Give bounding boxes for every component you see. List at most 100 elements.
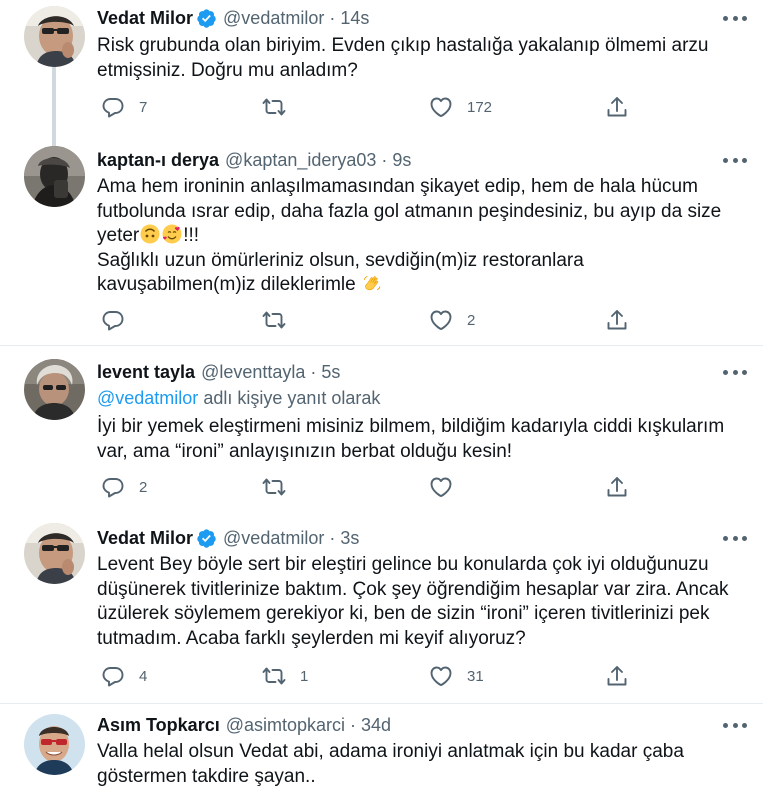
share-icon [605,95,629,119]
thread-line [52,64,56,138]
like-button[interactable] [429,473,467,501]
retweet-button[interactable] [262,306,300,334]
author-name[interactable]: Asım Topkarcı [97,715,220,736]
share-button[interactable] [605,662,629,690]
separator-dot: · [310,361,317,382]
author-name[interactable]: kaptan-ı derya [97,150,219,171]
tweet-text: Ama hem ironinin anlaşılmamasından şikay… [97,175,723,298]
author-handle[interactable]: @kaptan_iderya03 [225,150,376,171]
timestamp[interactable]: 5s [321,362,340,383]
verified-badge-icon [196,8,217,29]
avatar[interactable] [24,714,85,775]
tweet-text-line: göstermen takdire şayan.. [97,765,316,787]
separator-dot: · [350,714,357,735]
reply-count: 2 [139,478,148,496]
tweet-text: Levent Bey böyle sert bir eleştiri gelin… [97,553,729,651]
more-options-icon[interactable] [723,150,747,170]
retweet-icon [262,308,286,332]
tweet-text-line: üzülerek söylemem gerekiyor ki, ben de s… [97,603,710,624]
tweet[interactable]: levent tayla @leventtayla · 5s @vedatmil… [0,346,763,511]
separator-dot: · [329,527,336,548]
like-count: 2 [467,311,476,329]
like-heart-icon [429,95,453,119]
waving-hand-emoji [364,276,381,291]
retweet-count: 1 [300,667,309,685]
smiling-face-with-hearts-emoji [162,224,182,244]
author-name[interactable]: Vedat Milor [97,528,193,549]
tweet[interactable]: kaptan-ı derya @kaptan_iderya03 · 9s Ama… [0,138,763,345]
like-heart-icon [429,308,453,332]
more-options-icon[interactable] [723,528,747,548]
like-count: 31 [467,667,484,685]
reply-mention-link[interactable]: @vedatmilor [97,388,198,408]
tweet-text-line: futbolunda ısrar edip, daha fazla gol at… [97,200,722,222]
share-button[interactable] [605,306,629,334]
like-heart-icon [429,475,453,499]
timestamp[interactable]: 9s [392,150,411,171]
verified-badge-icon [196,528,217,549]
more-options-icon[interactable] [723,362,747,382]
avatar[interactable] [24,523,85,584]
share-button[interactable] [605,93,629,121]
avatar-image [24,714,85,775]
tweet-text-line: İyi bir yemek eleştirmeni misiniz bilmem… [97,416,725,437]
tweet-text: Risk grubunda olan biriyim. Evden çıkıp … [97,34,723,83]
like-button[interactable]: 2 [429,306,475,334]
avatar-image [24,6,85,67]
reply-count: 7 [139,98,148,116]
tweet-text-line: Levent Bey böyle sert bir eleştiri gelin… [97,554,709,575]
avatar[interactable] [24,359,85,420]
retweet-button[interactable]: 1 [262,662,308,690]
author-handle[interactable]: @vedatmilor [223,528,324,549]
like-count: 172 [467,98,493,116]
like-button[interactable]: 172 [429,93,492,121]
tweet[interactable]: Vedat Milor @vedatmilor · 3s Levent Bey … [0,511,763,703]
tweet[interactable]: Vedat Milor @vedatmilor · 14s Risk grubu… [0,0,763,138]
tweet-text-line: düşünerek tivitlerinize baktım. Çok şey … [97,578,729,600]
retweet-button[interactable] [262,473,300,501]
author-handle[interactable]: @vedatmilor [223,8,324,29]
tweet[interactable]: Asım Topkarcı @asimtopkarci · 34d Valla … [0,704,763,798]
action-bar: 2 [97,306,693,334]
reply-button[interactable]: 4 [101,662,147,690]
more-options-icon[interactable] [723,8,747,28]
reply-button[interactable]: 7 [101,93,147,121]
share-button[interactable] [605,473,629,501]
author-handle[interactable]: @asimtopkarci [226,715,345,736]
more-options-icon[interactable] [723,715,747,735]
upside-down-face-emoji [140,224,160,244]
action-bar: 4 1 31 [97,662,693,690]
timestamp[interactable]: 34d [361,715,391,736]
tweet-text-line: etmişsiniz. Doğru mu anladım? [97,59,358,81]
action-bar: 7 172 [97,93,693,121]
retweet-icon [262,664,286,688]
tweet-text-line: tutmadım. Acaba farklı şeylerden mi keyi… [97,627,526,649]
action-bar: 2 [97,473,693,501]
avatar-image [24,146,85,207]
timestamp[interactable]: 3s [340,528,359,549]
tweet-text-fragment: kavuşabilmen(m)iz dileklerimle [97,274,356,295]
reply-icon [101,95,125,119]
like-button[interactable]: 31 [429,662,484,690]
author-handle[interactable]: @leventtayla [201,362,305,383]
tweet-text-line: var, ama “ironi” anlayışınızın berbat ol… [97,440,513,462]
reply-to-label: adlı kişiye yanıt olarak [198,388,381,408]
author-name[interactable]: levent tayla [97,362,195,383]
avatar[interactable] [24,6,85,67]
timestamp[interactable]: 14s [340,8,369,29]
reply-button[interactable] [101,306,139,334]
tweet-text-fragment: yeter [97,225,140,246]
tweet-text-line: Valla helal olsun Vedat abi, adama ironi… [97,741,684,762]
tweet-text-line: Ama hem ironinin anlaşılmamasından şikay… [97,176,698,197]
tweet-text-line: yeter!!! [97,224,723,249]
reply-icon [101,308,125,332]
retweet-button[interactable] [262,93,300,121]
separator-dot: · [381,149,388,170]
author-name[interactable]: Vedat Milor [97,8,193,29]
reply-icon [101,664,125,688]
tweet-text: İyi bir yemek eleştirmeni misiniz bilmem… [97,415,725,464]
avatar[interactable] [24,146,85,207]
separator-dot: · [329,7,336,28]
reply-icon [101,475,125,499]
reply-button[interactable]: 2 [101,473,147,501]
